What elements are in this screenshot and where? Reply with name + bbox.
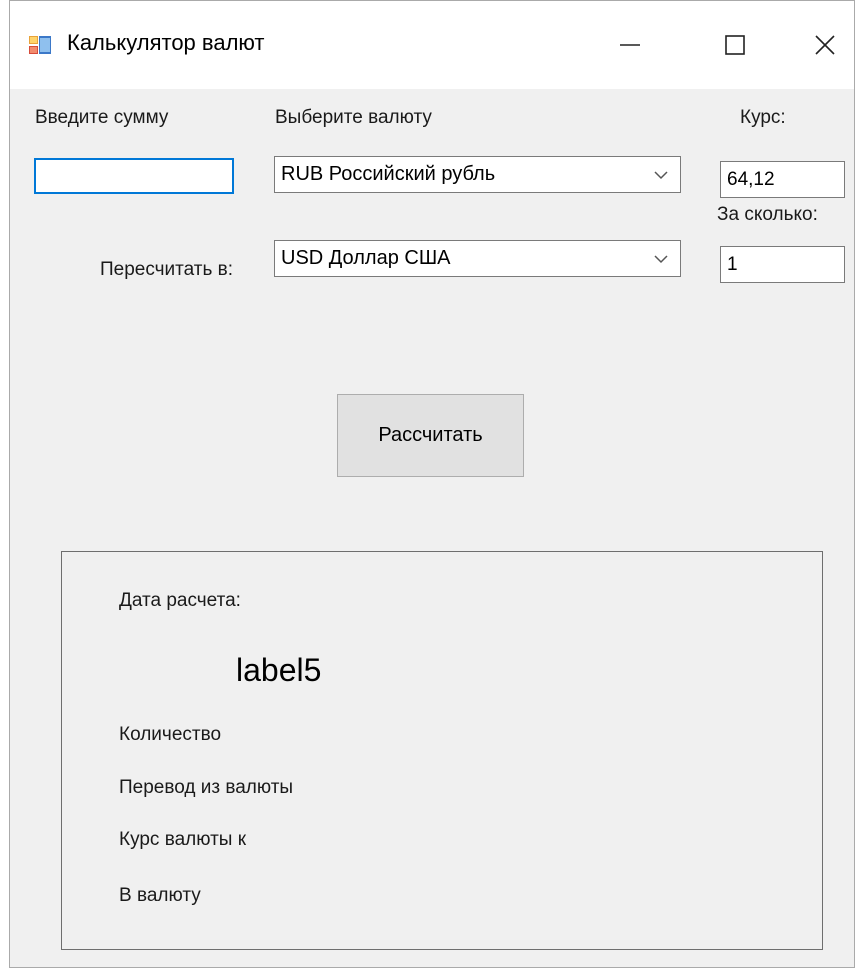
result-panel: Дата расчета: label5 Количество Перевод … <box>61 551 823 950</box>
chevron-down-icon <box>654 170 668 179</box>
result-value-label: label5 <box>236 652 322 688</box>
for-how-many-label: За сколько: <box>717 204 818 225</box>
calculation-date-label: Дата расчета: <box>119 590 241 611</box>
rate-input[interactable] <box>720 161 845 198</box>
maximize-button[interactable] <box>690 1 780 89</box>
to-currency-select[interactable]: USD Доллар США <box>274 240 681 277</box>
to-currency-value: USD Доллар США <box>281 247 451 269</box>
from-currency-select[interactable]: RUB Российский рубль <box>274 156 681 193</box>
to-currency-result-label: В валюту <box>119 885 201 906</box>
minimize-button[interactable] <box>585 1 675 89</box>
windows-forms-app-icon <box>29 36 51 54</box>
close-icon <box>815 35 835 55</box>
from-currency-value: RUB Российский рубль <box>281 163 496 185</box>
convert-to-label: Пересчитать в: <box>100 259 234 280</box>
enter-amount-label: Введите сумму <box>35 107 169 128</box>
minimize-icon <box>620 44 640 46</box>
calculate-button[interactable]: Рассчитать <box>337 394 524 477</box>
maximize-icon <box>725 35 745 55</box>
currency-calculator-window: Калькулятор валют Введите сумму Выберите… <box>9 0 855 968</box>
chevron-down-icon <box>654 254 668 263</box>
quantity-label: Количество <box>119 724 222 745</box>
title-bar[interactable]: Калькулятор валют <box>10 1 854 89</box>
for-how-many-input[interactable] <box>720 246 845 283</box>
rate-label: Курс: <box>740 107 786 128</box>
amount-input[interactable] <box>34 158 234 194</box>
from-currency-result-label: Перевод из валюты <box>119 777 294 798</box>
choose-currency-label: Выберите валюту <box>275 107 432 128</box>
window-title: Калькулятор валют <box>67 30 265 55</box>
close-button[interactable] <box>780 1 858 89</box>
rate-to-label: Курс валюты к <box>119 829 247 850</box>
